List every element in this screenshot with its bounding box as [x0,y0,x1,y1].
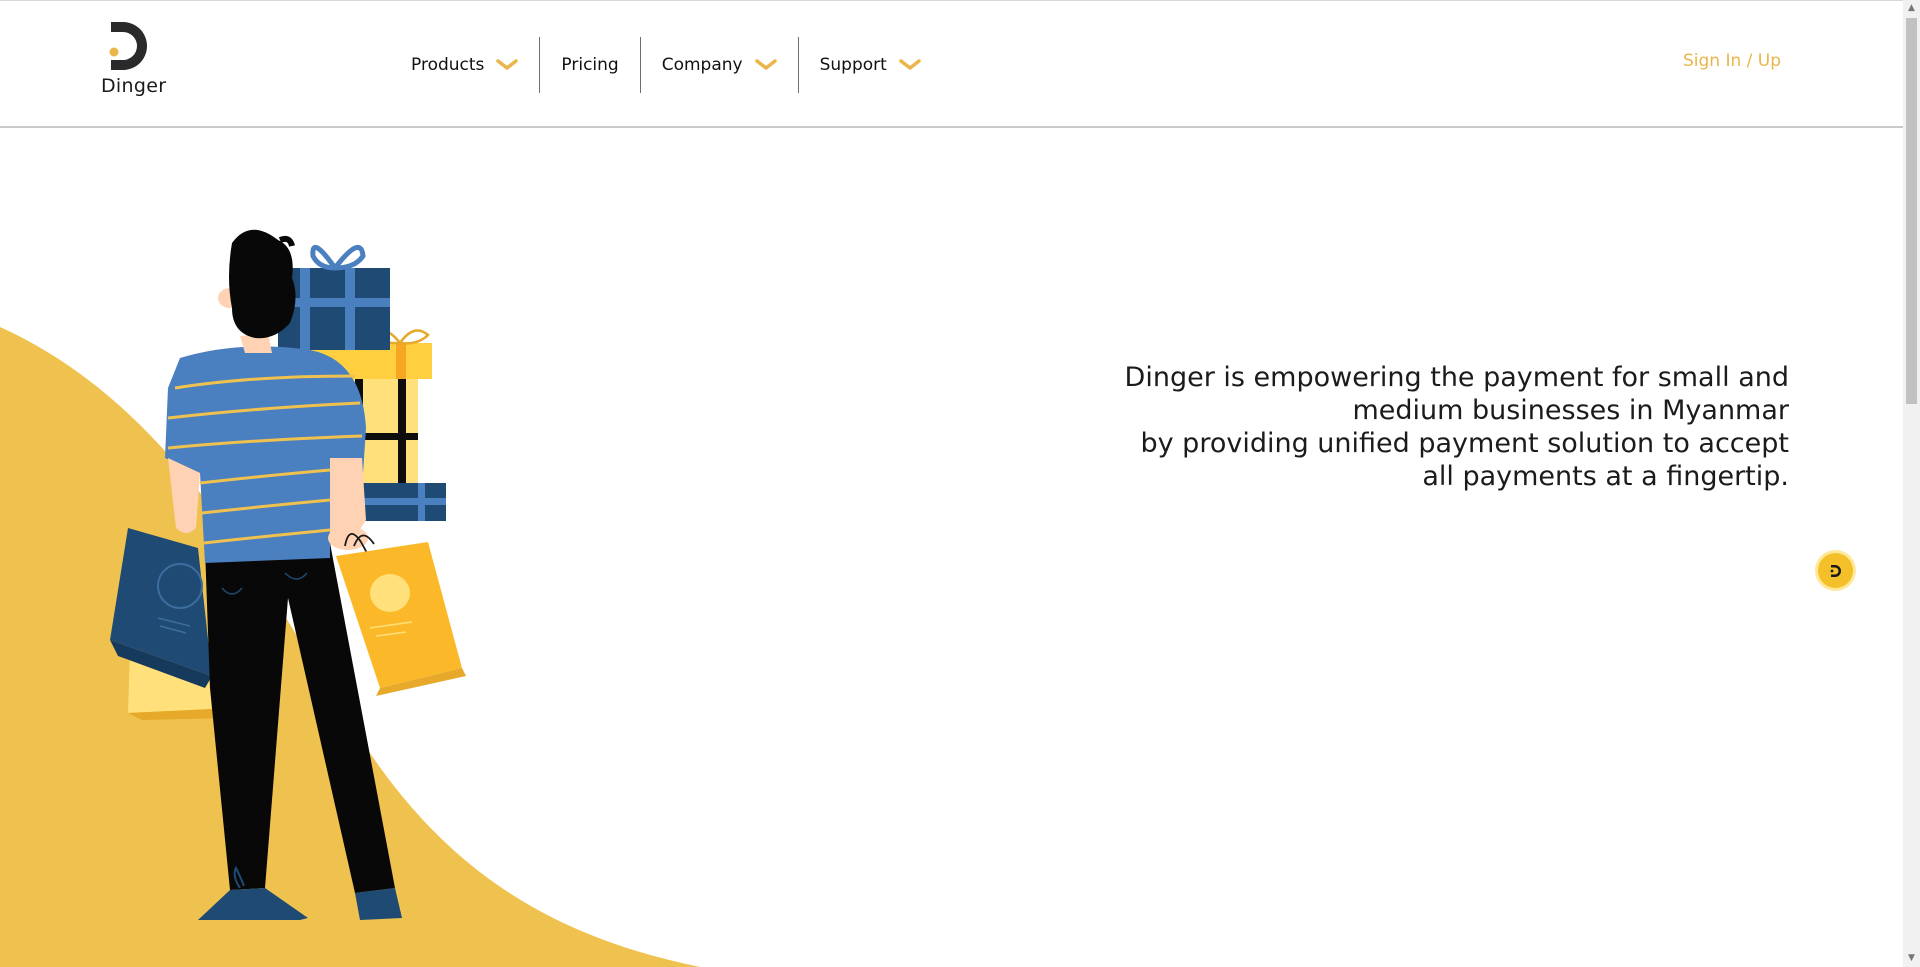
page-scrollbar[interactable]: ▲ ▼ [1903,0,1920,967]
sign-in-up-link[interactable]: Sign In / Up [1683,51,1781,71]
top-navbar: Dinger Products Pricing Company Support … [0,0,1903,128]
dinger-logo[interactable]: Dinger [98,19,168,105]
tagline-line: all payments at a fingertip. [1422,461,1789,492]
hero-tagline: Dinger is empowering the payment for sma… [969,361,1789,493]
nav-item-label: Support [819,55,887,75]
chevron-down-icon [899,59,921,70]
hero-illustration [0,229,700,967]
logo-wordmark: Dinger [101,75,167,97]
dinger-logo-icon [109,22,147,70]
chevron-down-icon [496,59,519,70]
main-nav: Products Pricing Company Support [390,37,942,93]
scrollbar-thumb[interactable] [1906,18,1917,404]
nav-item-company[interactable]: Company [641,37,798,93]
nav-item-pricing[interactable]: Pricing [540,37,639,93]
nav-item-products[interactable]: Products [390,37,539,93]
nav-item-label: Products [411,55,485,75]
chevron-down-icon [754,59,777,70]
dinger-logo-icon [1830,564,1841,577]
yellow-shopping-bag [336,533,466,696]
scroll-up-arrow-icon[interactable]: ▲ [1903,0,1920,17]
floating-action-button[interactable] [1818,553,1853,588]
tagline-line: Dinger is empowering the payment for sma… [1124,362,1789,393]
tagline-line: medium businesses in Myanmar [1352,395,1789,426]
scroll-down-arrow-icon[interactable]: ▼ [1903,950,1920,967]
nav-item-support[interactable]: Support [799,37,942,93]
nav-item-label: Pricing [561,55,619,75]
nav-item-label: Company [661,55,743,75]
tagline-line: by providing unified payment solution to… [1140,428,1789,459]
